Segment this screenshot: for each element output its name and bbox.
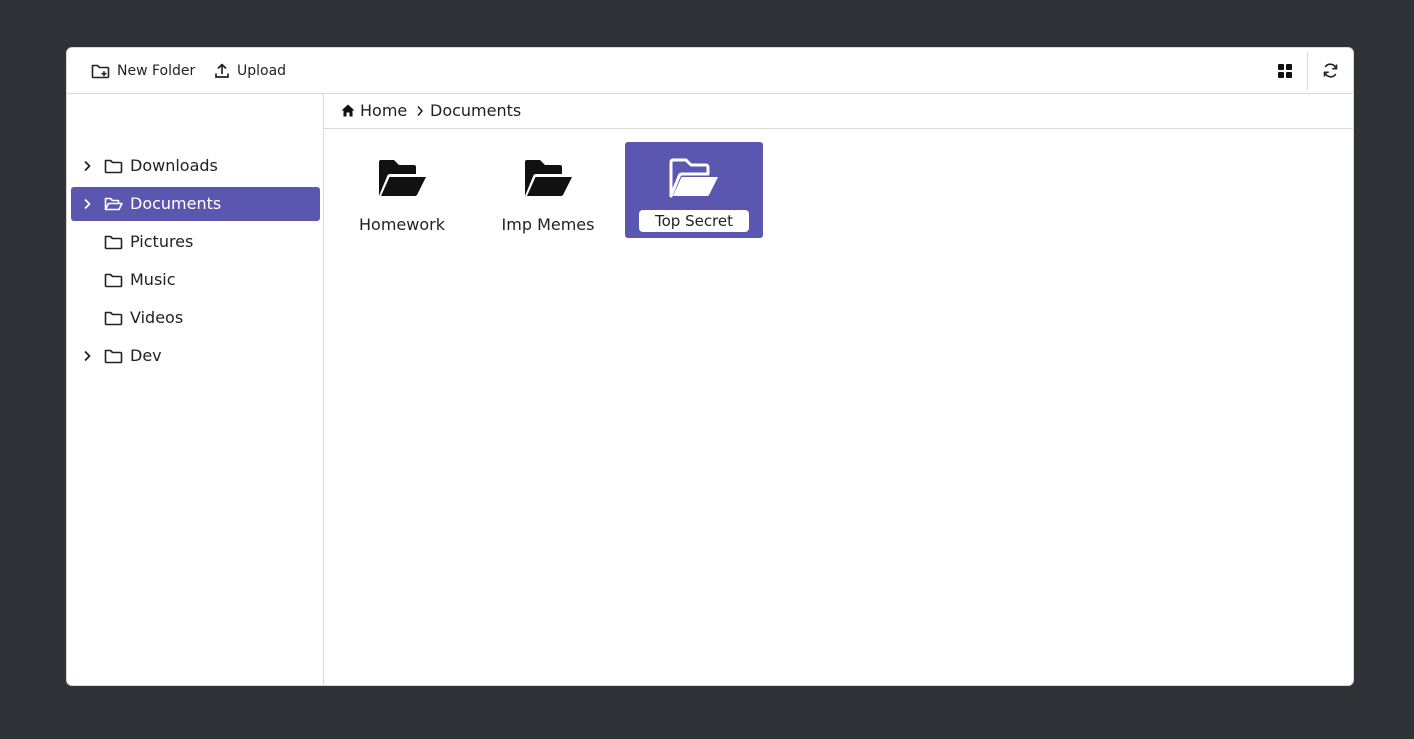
sidebar-item-label: Music bbox=[130, 270, 176, 289]
toolbar: New Folder Upload bbox=[67, 48, 1353, 94]
new-folder-label: New Folder bbox=[117, 63, 196, 79]
chevron-right-icon bbox=[417, 105, 423, 117]
breadcrumb-current-label: Documents bbox=[430, 101, 522, 120]
grid-item-homework[interactable]: Homework bbox=[333, 142, 471, 238]
sidebar-item-dev[interactable]: Dev bbox=[71, 339, 320, 373]
grid-view-button[interactable] bbox=[1262, 48, 1307, 93]
upload-button[interactable]: Upload bbox=[210, 56, 290, 86]
grid-view-icon bbox=[1277, 63, 1292, 78]
file-manager-window: New Folder Upload Downloads Documents Pi… bbox=[66, 47, 1354, 686]
breadcrumb: Home Documents bbox=[324, 94, 1353, 129]
folder-open-icon bbox=[379, 160, 426, 196]
breadcrumb-home-label: Home bbox=[360, 101, 408, 120]
breadcrumb-documents[interactable]: Documents bbox=[430, 101, 521, 120]
upload-label: Upload bbox=[237, 63, 287, 79]
grid-item-imp-memes[interactable]: Imp Memes bbox=[479, 142, 617, 238]
folder-icon bbox=[104, 311, 123, 326]
folder-icon bbox=[104, 235, 123, 250]
grid-item-renaming[interactable] bbox=[625, 142, 763, 238]
sidebar-item-pictures[interactable]: Pictures bbox=[71, 225, 320, 259]
upload-icon bbox=[215, 63, 229, 78]
home-icon bbox=[341, 104, 355, 117]
chevron-right-icon[interactable] bbox=[81, 198, 93, 210]
new-folder-button[interactable]: New Folder bbox=[87, 56, 199, 86]
folder-icon bbox=[104, 159, 123, 174]
new-folder-icon bbox=[91, 64, 110, 79]
sidebar-item-label: Videos bbox=[130, 308, 184, 327]
sidebar-item-videos[interactable]: Videos bbox=[71, 301, 320, 335]
sidebar-item-label: Pictures bbox=[130, 232, 194, 251]
sidebar-item-music[interactable]: Music bbox=[71, 263, 320, 297]
folder-open-icon bbox=[669, 158, 718, 198]
chevron-right-icon[interactable] bbox=[81, 160, 93, 172]
sidebar-item-label: Downloads bbox=[130, 156, 218, 175]
grid-item-label: Imp Memes bbox=[501, 215, 595, 234]
refresh-button[interactable] bbox=[1308, 48, 1353, 93]
breadcrumb-home[interactable]: Home bbox=[341, 101, 407, 120]
folder-open-icon bbox=[104, 197, 123, 211]
sidebar-item-documents[interactable]: Documents bbox=[71, 187, 320, 221]
sidebar-item-label: Documents bbox=[130, 194, 222, 213]
sidebar-item-downloads[interactable]: Downloads bbox=[71, 149, 320, 183]
sidebar-item-label: Dev bbox=[130, 346, 162, 365]
sidebar-folder-tree: Downloads Documents Pictures Music Video… bbox=[67, 94, 324, 685]
chevron-right-icon[interactable] bbox=[81, 350, 93, 362]
folder-open-icon bbox=[525, 160, 572, 196]
grid-item-label: Homework bbox=[359, 215, 445, 234]
rename-input[interactable] bbox=[639, 210, 749, 232]
refresh-icon bbox=[1323, 63, 1338, 78]
folder-icon bbox=[104, 273, 123, 288]
folder-icon bbox=[104, 349, 123, 364]
toolbar-right-group bbox=[1262, 48, 1353, 93]
